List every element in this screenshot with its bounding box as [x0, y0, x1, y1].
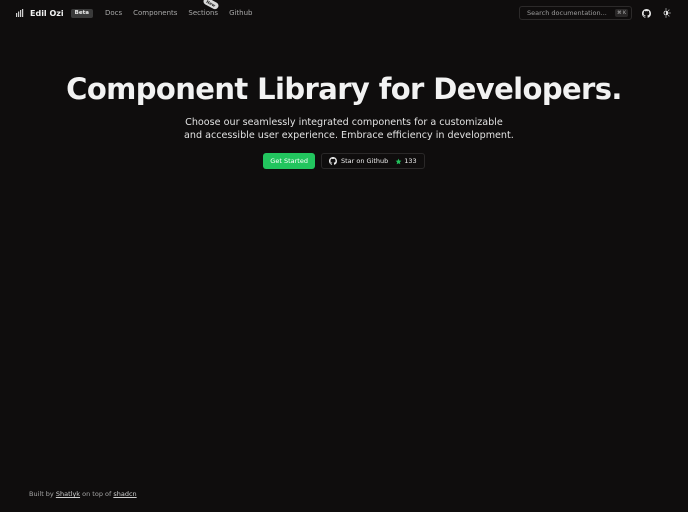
hero-section: Component Library for Developers. Choose…	[0, 72, 688, 169]
footer-author-link[interactable]: Shatlyk	[56, 490, 80, 498]
main-nav: Docs Components Sections New Github	[105, 0, 253, 17]
star-icon	[395, 158, 402, 165]
footer-library-link[interactable]: shadcn	[113, 490, 136, 498]
nav-item-sections-label: Sections	[188, 9, 219, 17]
page: Edil Ozi Beta Docs Components Sections N…	[0, 0, 688, 512]
star-count-value: 133	[404, 157, 417, 165]
search-button[interactable]: Search documentation... ⌘ K	[519, 6, 632, 20]
search-placeholder: Search documentation...	[527, 9, 607, 17]
search-shortcut: ⌘ K	[615, 9, 628, 17]
star-on-github-button[interactable]: Star on Github 133	[320, 153, 425, 169]
footer-middle: on top of	[80, 490, 114, 498]
github-icon[interactable]	[640, 7, 652, 19]
get-started-button[interactable]: Get Started	[263, 153, 315, 169]
star-count: 133	[395, 157, 417, 165]
github-icon	[328, 157, 337, 165]
beta-badge: Beta	[70, 8, 93, 18]
nav-item-components[interactable]: Components	[133, 9, 177, 17]
star-on-github-label: Star on Github	[340, 157, 389, 165]
hero-subtitle-line-1: Choose our seamlessly integrated compone…	[185, 117, 503, 128]
top-navbar: Edil Ozi Beta Docs Components Sections N…	[0, 0, 688, 26]
hero-actions: Get Started Star on Github 133	[0, 153, 688, 169]
brand-home-link[interactable]: Edil Ozi Beta	[16, 8, 93, 18]
theme-toggle-icon[interactable]	[660, 7, 672, 19]
header-actions: Search documentation... ⌘ K	[519, 6, 672, 20]
footer: Built by Shatlyk on top of shadcn	[29, 490, 137, 498]
page-title: Component Library for Developers.	[66, 72, 622, 106]
hero-subtitle-line-2: and accessible user experience. Embrace …	[184, 130, 514, 141]
nav-item-sections[interactable]: Sections New	[188, 0, 220, 17]
footer-prefix: Built by	[29, 490, 56, 498]
brand-name: Edil Ozi	[30, 8, 64, 18]
nav-item-docs[interactable]: Docs	[105, 9, 122, 17]
nav-item-github[interactable]: Github	[229, 9, 252, 17]
bar-chart-icon	[16, 9, 25, 17]
hero-subtitle: Choose our seamlessly integrated compone…	[184, 116, 514, 142]
